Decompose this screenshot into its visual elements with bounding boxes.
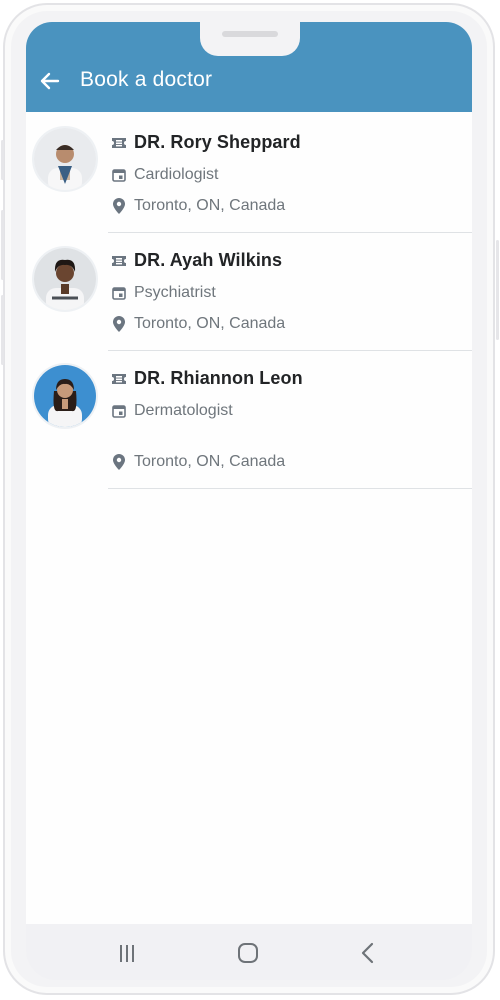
- doctor-specialty-row: Dermatologist: [110, 402, 233, 420]
- doctor-location-row: Toronto, ON, Canada: [110, 453, 285, 471]
- phone-side-button: [1, 140, 4, 180]
- calendar-icon: [110, 284, 128, 302]
- calendar-icon: [110, 166, 128, 184]
- doctor-specialty: Psychiatrist: [134, 284, 216, 301]
- doctor-list: DR. Rory Sheppard Cardiologist Toronto, …: [26, 112, 472, 489]
- ticket-icon: [110, 252, 128, 270]
- app-bar: Book a doctor: [26, 22, 472, 112]
- location-pin-icon: [110, 453, 128, 471]
- phone-screen: Book a doctor DR. Rory Sheppard Cardiolo…: [26, 22, 472, 924]
- back-arrow-icon[interactable]: [38, 70, 60, 92]
- avatar: [34, 128, 96, 190]
- doctor-location: Toronto, ON, Canada: [134, 315, 286, 332]
- doctor-location-row: Toronto, ON, Canada: [110, 315, 285, 333]
- doctor-name-row: DR. Rhiannon Leon: [110, 368, 303, 389]
- notch: [200, 22, 300, 56]
- phone-side-button: [496, 240, 499, 340]
- avatar: [34, 248, 96, 310]
- doctor-location-row: Toronto, ON, Canada: [110, 197, 285, 215]
- location-pin-icon: [110, 315, 128, 333]
- doctor-name: DR. Ayah Wilkins: [134, 250, 283, 270]
- doctor-card[interactable]: DR. Rory Sheppard Cardiologist Toronto, …: [26, 112, 472, 233]
- doctor-specialty: Dermatologist: [134, 402, 233, 419]
- calendar-icon: [110, 402, 128, 420]
- back-icon[interactable]: [355, 940, 381, 966]
- phone-side-button: [1, 295, 4, 365]
- ticket-icon: [110, 134, 128, 152]
- divider: [108, 488, 472, 489]
- phone-side-button: [1, 210, 4, 280]
- recent-apps-icon[interactable]: [114, 940, 140, 966]
- doctor-specialty-row: Psychiatrist: [110, 284, 216, 302]
- system-navigation-bar: [26, 924, 472, 980]
- doctor-name-row: DR. Rory Sheppard: [110, 132, 301, 153]
- doctor-card[interactable]: DR. Rhiannon Leon Dermatologist Toronto,…: [26, 350, 472, 489]
- doctor-card[interactable]: DR. Ayah Wilkins Psychiatrist Toronto, O…: [26, 232, 472, 351]
- doctor-location: Toronto, ON, Canada: [134, 197, 286, 214]
- doctor-specialty: Cardiologist: [134, 166, 219, 183]
- location-pin-icon: [110, 197, 128, 215]
- page-title: Book a doctor: [80, 68, 213, 91]
- ticket-icon: [110, 370, 128, 388]
- avatar: [34, 365, 96, 427]
- doctor-specialty-row: Cardiologist: [110, 166, 218, 184]
- doctor-name-row: DR. Ayah Wilkins: [110, 250, 282, 271]
- speaker-grille: [222, 31, 278, 37]
- doctor-name: DR. Rory Sheppard: [134, 132, 301, 152]
- doctor-name: DR. Rhiannon Leon: [134, 368, 303, 388]
- doctor-location: Toronto, ON, Canada: [134, 453, 286, 470]
- home-icon[interactable]: [235, 940, 261, 966]
